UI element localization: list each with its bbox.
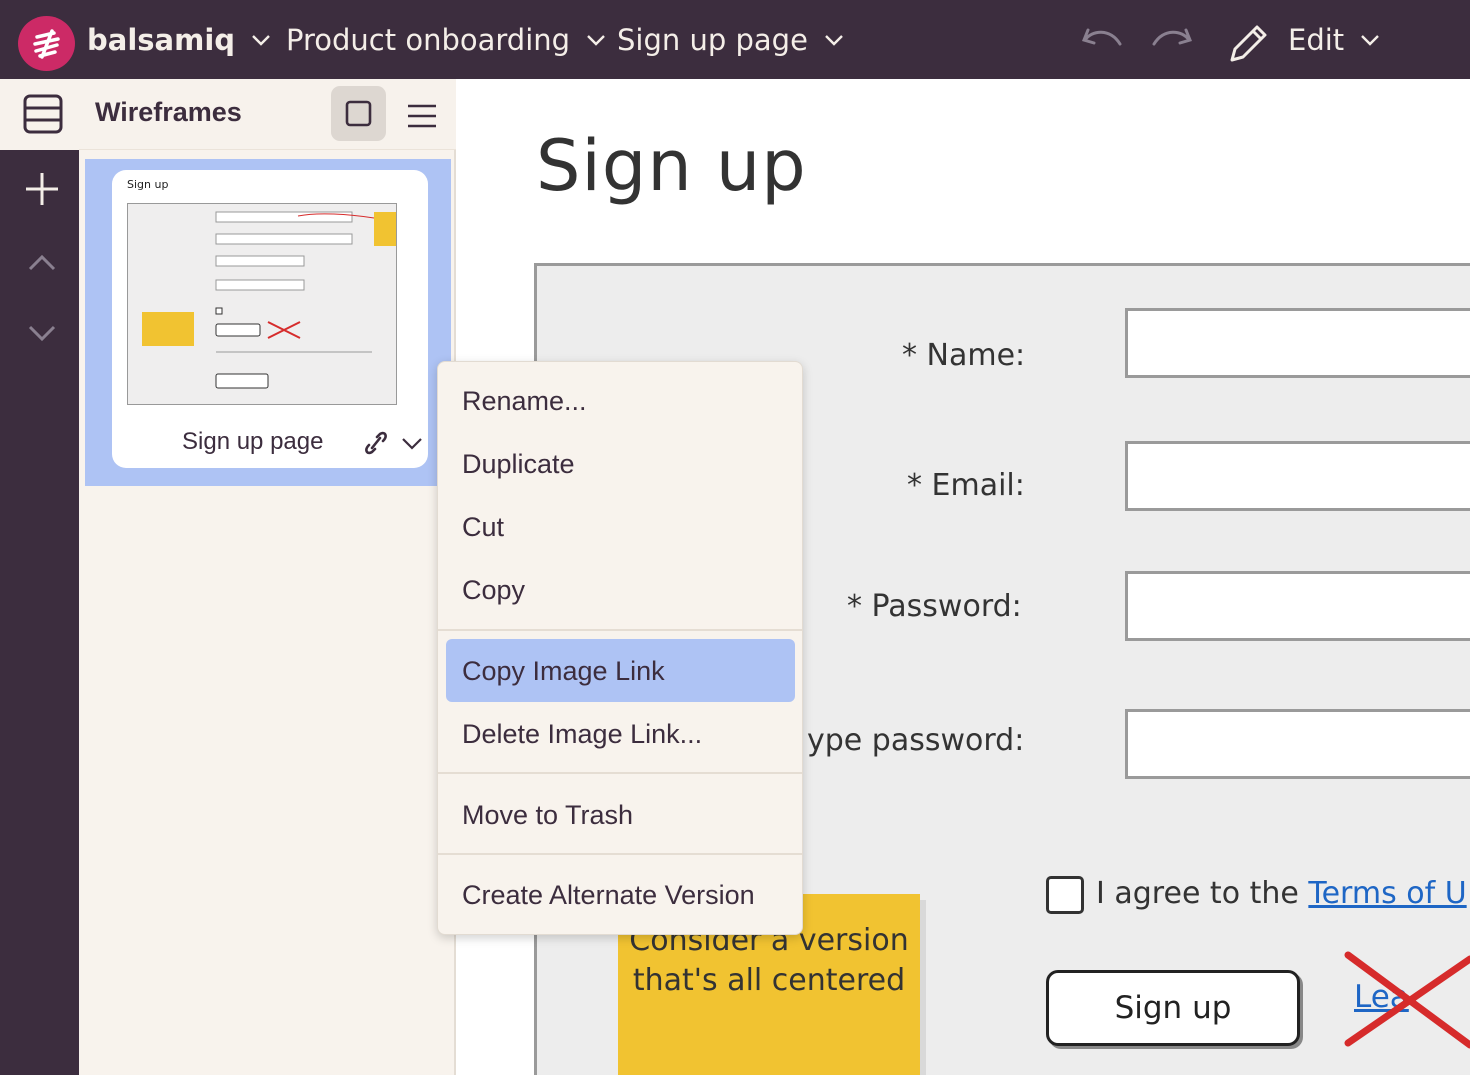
balsamiq-logo-icon[interactable] <box>18 16 75 71</box>
red-cross-mark <box>1344 951 1470 1049</box>
panel-header: Wireframes <box>79 79 456 150</box>
chevron-down-icon <box>252 34 270 46</box>
chevron-down-icon <box>1361 34 1380 46</box>
retype-password-label: ype password: <box>807 723 1025 758</box>
wireframes-panel: Wireframes Sign up Sign up page <box>79 79 456 1075</box>
brand-menu[interactable]: balsamiq <box>87 0 271 79</box>
email-field[interactable] <box>1125 441 1470 511</box>
grid-view-button[interactable] <box>331 86 386 141</box>
agree-checkbox[interactable] <box>1046 876 1084 914</box>
chevron-down-icon[interactable] <box>20 313 64 353</box>
menu-separator <box>438 629 802 631</box>
menu-item-create-alternate-version[interactable]: Create Alternate Version <box>462 880 755 911</box>
edit-mode-menu[interactable]: Edit <box>1288 0 1380 79</box>
grid-view-icon <box>345 100 372 127</box>
thumbnail-name[interactable]: Sign up page <box>182 428 323 456</box>
link-icon[interactable] <box>361 429 391 457</box>
top-bar: balsamiq Product onboarding Sign up page… <box>0 0 1470 79</box>
chevron-up-icon[interactable] <box>20 243 64 283</box>
thumbnail-preview <box>127 203 426 405</box>
hamburger-menu-icon[interactable] <box>402 99 442 133</box>
agree-text: I agree to the Terms of U <box>1096 876 1467 911</box>
email-label: * Email: <box>907 468 1025 503</box>
pencil-icon[interactable] <box>1226 22 1270 66</box>
menu-separator <box>438 772 802 774</box>
chevron-down-icon <box>825 34 843 46</box>
plus-icon[interactable] <box>20 169 64 209</box>
rail-header <box>0 79 79 150</box>
name-field[interactable] <box>1125 308 1470 378</box>
page-title: Sign up <box>536 125 807 207</box>
menu-item-cut[interactable]: Cut <box>462 512 504 543</box>
thumbnail-preview-drawing <box>142 211 426 389</box>
thumbnail-mini-title: Sign up <box>127 178 169 191</box>
menu-item-rename[interactable]: Rename... <box>462 386 587 417</box>
page-menu[interactable]: Sign up page <box>617 0 844 79</box>
edit-label: Edit <box>1288 22 1345 57</box>
page-name: Sign up page <box>617 22 808 57</box>
project-name: Product onboarding <box>286 22 571 57</box>
context-menu: Rename... Duplicate Cut Copy Copy Image … <box>437 361 803 935</box>
menu-item-copy-image-link[interactable]: Copy Image Link <box>462 656 665 687</box>
menu-item-delete-image-link[interactable]: Delete Image Link... <box>462 719 702 750</box>
menu-item-move-to-trash[interactable]: Move to Trash <box>462 800 633 831</box>
left-rail <box>0 79 79 1075</box>
project-menu[interactable]: Product onboarding <box>286 0 606 79</box>
menu-separator <box>438 853 802 855</box>
menu-item-copy[interactable]: Copy <box>462 575 525 606</box>
menu-item-duplicate[interactable]: Duplicate <box>462 449 575 480</box>
password-label: * Password: <box>847 589 1022 624</box>
name-label: * Name: <box>902 338 1026 373</box>
chevron-down-icon[interactable] <box>401 437 423 451</box>
password-field[interactable] <box>1125 571 1470 641</box>
agree-prefix: I agree to the <box>1096 876 1309 911</box>
layers-icon[interactable] <box>23 94 63 134</box>
redo-icon[interactable] <box>1150 24 1194 58</box>
panel-title: Wireframes <box>95 97 242 127</box>
retype-password-field[interactable] <box>1125 709 1470 779</box>
brand-name: balsamiq <box>87 22 236 57</box>
sign-up-button[interactable]: Sign up <box>1046 970 1300 1046</box>
chevron-down-icon <box>587 34 605 46</box>
undo-icon[interactable] <box>1080 24 1124 58</box>
terms-link[interactable]: Terms of U <box>1308 876 1466 911</box>
